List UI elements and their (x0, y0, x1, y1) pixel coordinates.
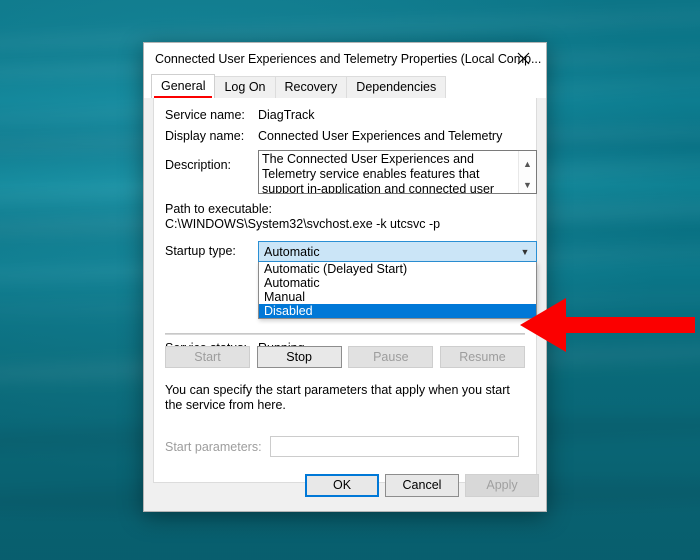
description-label: Description: (165, 158, 231, 172)
resume-button[interactable]: Resume (439, 346, 525, 368)
dropdown-option-automatic-delayed-start[interactable]: Automatic (Delayed Start) (259, 262, 536, 276)
startup-type-combobox[interactable]: Automatic ▼ (258, 241, 537, 262)
description-textbox[interactable]: The Connected User Experiences and Telem… (258, 150, 537, 194)
start-button[interactable]: Start (165, 346, 250, 368)
dropdown-option-manual[interactable]: Manual (259, 290, 536, 304)
close-button[interactable] (501, 43, 546, 74)
tab-recovery-label: Recovery (284, 80, 338, 94)
tab-log-on[interactable]: Log On (214, 76, 276, 98)
red-pointer-arrow (520, 298, 695, 352)
apply-button[interactable]: Apply (465, 474, 539, 497)
start-parameters-help-text: You can specify the start parameters tha… (165, 383, 510, 412)
display-name-label: Display name: (165, 129, 245, 143)
general-tab-panel: Service name: DiagTrack Display name: Co… (153, 98, 537, 483)
pause-button[interactable]: Pause (348, 346, 434, 368)
arrow-left-icon (520, 298, 695, 352)
service-name-value: DiagTrack (258, 108, 315, 122)
tab-general-label: General (161, 79, 206, 93)
dialog-footer: OK Cancel Apply (144, 463, 546, 511)
display-name-value: Connected User Experiences and Telemetry (258, 129, 503, 143)
tab-strip: General Log On Recovery Dependencies (144, 74, 546, 98)
service-control-button-row: Start Stop Pause Resume (165, 346, 525, 368)
dropdown-option-automatic[interactable]: Automatic (259, 276, 536, 290)
service-properties-dialog: Connected User Experiences and Telemetry… (143, 42, 547, 512)
tab-general[interactable]: General (151, 74, 216, 98)
start-parameters-label: Start parameters: (165, 440, 262, 454)
chevron-up-icon[interactable]: ▲ (519, 153, 536, 174)
tab-recovery[interactable]: Recovery (274, 76, 348, 98)
tab-general-red-underline-annotation (154, 96, 213, 98)
section-divider (165, 333, 525, 335)
dropdown-option-disabled[interactable]: Disabled (259, 304, 536, 318)
chevron-down-icon: ▼ (520, 246, 530, 257)
tab-log-on-label: Log On (224, 80, 266, 94)
startup-type-value: Automatic (264, 244, 320, 259)
path-to-executable-label: Path to executable: (165, 202, 273, 216)
cancel-button[interactable]: Cancel (385, 474, 459, 497)
tab-dependencies[interactable]: Dependencies (346, 76, 447, 98)
stop-button[interactable]: Stop (256, 346, 342, 368)
startup-type-label: Startup type: (165, 244, 236, 258)
start-parameters-input[interactable] (270, 436, 519, 457)
description-value: The Connected User Experiences and Telem… (262, 152, 495, 194)
close-icon (517, 52, 530, 65)
startup-type-dropdown-list: Automatic (Delayed Start) Automatic Manu… (258, 262, 537, 319)
dialog-titlebar: Connected User Experiences and Telemetry… (144, 43, 546, 74)
dialog-title: Connected User Experiences and Telemetry… (155, 51, 542, 66)
tab-dependencies-label: Dependencies (356, 80, 437, 94)
description-scrollbar[interactable]: ▲ ▼ (518, 151, 536, 193)
chevron-down-icon[interactable]: ▼ (519, 174, 536, 193)
service-name-label: Service name: (165, 108, 245, 122)
ok-button[interactable]: OK (305, 474, 379, 497)
path-to-executable-value: C:\WINDOWS\System32\svchost.exe -k utcsv… (165, 217, 441, 231)
